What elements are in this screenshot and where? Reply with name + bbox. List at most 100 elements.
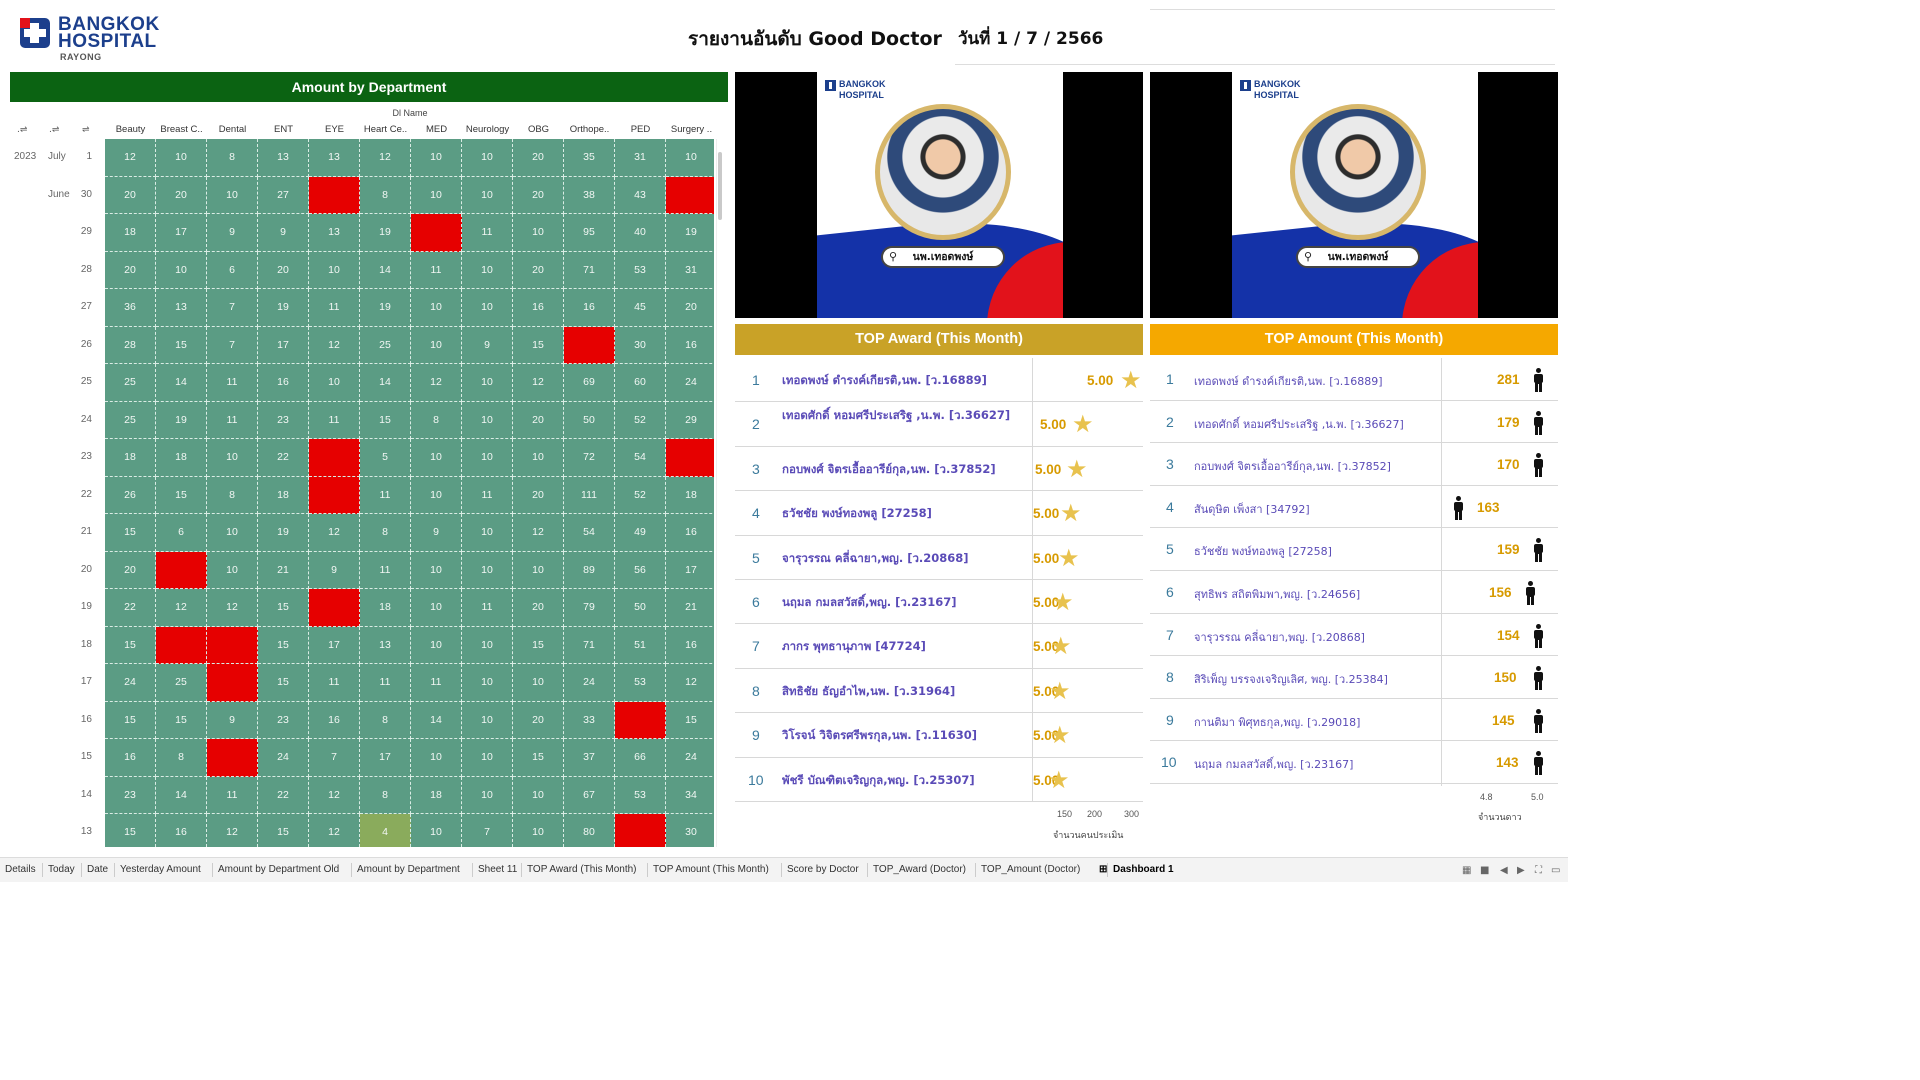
heatmap-cell[interactable]: 11 xyxy=(207,401,258,439)
filmstrip-view-icon[interactable]: ■ xyxy=(1480,865,1489,876)
next-sheet-icon[interactable]: ▶ xyxy=(1517,865,1525,876)
heatmap-cell[interactable]: 10 xyxy=(462,776,513,814)
heatmap-cell[interactable]: 20 xyxy=(105,551,156,589)
heatmap-cell[interactable]: 13 xyxy=(258,139,309,177)
heatmap-cell[interactable]: 15 xyxy=(666,702,714,739)
heatmap-cell[interactable]: 15 xyxy=(105,814,156,847)
heatmap-cell[interactable]: 12 xyxy=(309,814,360,847)
heatmap-cell[interactable]: 12 xyxy=(513,364,564,402)
doctor-name[interactable]: สิทธิชัย ธัญอำไพ,นพ. [ว.31964] xyxy=(782,684,1022,699)
heatmap-cell[interactable]: 15 xyxy=(513,739,564,777)
heatmap-cell[interactable]: 18 xyxy=(156,439,207,477)
heatmap-cell[interactable] xyxy=(615,701,666,739)
heatmap-cell[interactable]: 10 xyxy=(513,776,564,814)
heatmap-cell[interactable]: 13 xyxy=(156,289,207,327)
heatmap-column-header[interactable]: ENT xyxy=(258,124,309,138)
doctor-name[interactable]: กอบพงศ์ จิตรเอื้ออารีย์กุล,นพ. [ว.37852] xyxy=(1194,457,1439,475)
heatmap-column-header[interactable]: MED xyxy=(411,124,462,138)
sheet-tab[interactable]: Score by Doctor xyxy=(787,864,859,875)
doctor-name[interactable]: กานติมา พิศุทธกุล,พญ. [ว.29018] xyxy=(1194,713,1439,731)
heatmap-cell[interactable]: 16 xyxy=(666,327,714,364)
heatmap-cell[interactable]: 24 xyxy=(564,664,615,702)
heatmap-cell[interactable]: 26 xyxy=(105,476,156,514)
heatmap-cell[interactable]: 10 xyxy=(462,739,513,777)
heatmap-cell[interactable]: 27 xyxy=(258,176,309,214)
heatmap-cell[interactable]: 21 xyxy=(258,551,309,589)
heatmap-cell[interactable]: 111 xyxy=(564,476,615,514)
heatmap-cell[interactable]: 31 xyxy=(666,252,714,289)
heatmap-cell[interactable]: 20 xyxy=(105,176,156,214)
heatmap-cell[interactable]: 11 xyxy=(207,364,258,402)
grid-view-icon[interactable]: ▦ xyxy=(1462,865,1471,876)
heatmap-cell[interactable]: 10 xyxy=(513,439,564,477)
heatmap-cell[interactable]: 51 xyxy=(615,626,666,664)
doctor-name[interactable]: สุทธิพร สถิตพิมพา,พญ. [ว.24656] xyxy=(1194,585,1439,603)
heatmap-cell[interactable]: 54 xyxy=(615,439,666,477)
heatmap-cell[interactable]: 28 xyxy=(105,326,156,364)
heatmap-cell[interactable]: 12 xyxy=(513,514,564,552)
heatmap-cell[interactable]: 17 xyxy=(666,552,714,589)
heatmap-cell[interactable]: 12 xyxy=(411,364,462,402)
sheet-tab[interactable]: Amount by Department Old xyxy=(218,864,339,875)
heatmap-cell[interactable]: 10 xyxy=(513,814,564,847)
heatmap-cell[interactable]: 11 xyxy=(462,214,513,252)
heatmap-cell[interactable]: 25 xyxy=(105,401,156,439)
heatmap-cell[interactable]: 14 xyxy=(156,776,207,814)
heatmap-cell[interactable]: 19 xyxy=(360,214,411,252)
heatmap-cell[interactable]: 79 xyxy=(564,589,615,627)
doctor-name[interactable]: สันดุษิต เพ็งสา [34792] xyxy=(1194,500,1439,518)
heatmap-cell[interactable]: 10 xyxy=(462,514,513,552)
heatmap-cell[interactable]: 7 xyxy=(309,739,360,777)
heatmap-cell[interactable]: 15 xyxy=(156,701,207,739)
heatmap-cell[interactable]: 56 xyxy=(615,551,666,589)
heatmap-cell[interactable]: 9 xyxy=(411,514,462,552)
heatmap-cell[interactable]: 60 xyxy=(615,364,666,402)
heatmap-cell[interactable]: 24 xyxy=(666,364,714,402)
heatmap-cell[interactable]: 20 xyxy=(513,589,564,627)
heatmap-cell[interactable]: 15 xyxy=(105,626,156,664)
heatmap-cell[interactable]: 35 xyxy=(564,139,615,177)
heatmap-cell[interactable]: 11 xyxy=(207,776,258,814)
heatmap-column-header[interactable]: Heart Ce.. xyxy=(360,124,411,138)
doctor-name[interactable]: กอบพงศ์ จิตรเอื้ออารีย์กุล,นพ. [ว.37852] xyxy=(782,462,1022,477)
heatmap-cell[interactable]: 14 xyxy=(360,364,411,402)
doctor-name[interactable]: จารุวรรณ คลี่ฉายา,พญ. [ว.20868] xyxy=(782,551,1022,566)
heatmap-cell[interactable]: 29 xyxy=(666,402,714,439)
heatmap-cell[interactable]: 10 xyxy=(411,139,462,177)
heatmap-cell[interactable]: 71 xyxy=(564,626,615,664)
heatmap-cell[interactable]: 20 xyxy=(513,701,564,739)
heatmap-cell[interactable]: 9 xyxy=(462,326,513,364)
heatmap-cell[interactable]: 36 xyxy=(105,289,156,327)
heatmap-cell[interactable]: 24 xyxy=(666,739,714,777)
heatmap-cell[interactable]: 16 xyxy=(666,627,714,664)
heatmap-cell[interactable]: 40 xyxy=(615,214,666,252)
heatmap-cell[interactable]: 10 xyxy=(411,476,462,514)
doctor-name[interactable]: เทอดศักดิ์ หอมศรีประเสริฐ ,น.พ. [ว.36627… xyxy=(782,408,1022,423)
heatmap-cell[interactable]: 20 xyxy=(513,476,564,514)
heatmap-cell[interactable]: 18 xyxy=(411,776,462,814)
heatmap-cell[interactable]: 16 xyxy=(666,514,714,552)
heatmap-cell[interactable]: 10 xyxy=(462,251,513,289)
heatmap-cell[interactable]: 10 xyxy=(207,176,258,214)
doctor-name[interactable]: สิริเพ็ญ บรรจงเจริญเลิศ, พญ. [ว.25384] xyxy=(1194,670,1439,688)
heatmap-cell[interactable]: 11 xyxy=(309,664,360,702)
heatmap-cell[interactable]: 11 xyxy=(411,664,462,702)
heatmap-cell[interactable]: 14 xyxy=(360,251,411,289)
heatmap-cell[interactable]: 22 xyxy=(258,776,309,814)
heatmap-cell[interactable]: 20 xyxy=(513,176,564,214)
heatmap-cell[interactable]: 15 xyxy=(156,476,207,514)
sheet-tab[interactable]: Yesterday Amount xyxy=(120,864,201,875)
heatmap-column-header[interactable]: Orthope.. xyxy=(564,124,615,138)
heatmap-cell[interactable]: 10 xyxy=(156,251,207,289)
heatmap-cell[interactable]: 6 xyxy=(207,251,258,289)
doctor-name[interactable]: เทอดศักดิ์ หอมศรีประเสริฐ ,น.พ. [ว.36627… xyxy=(1194,415,1439,433)
heatmap-cell[interactable]: 52 xyxy=(615,401,666,439)
heatmap-cell[interactable]: 10 xyxy=(462,401,513,439)
heatmap-cell[interactable]: 37 xyxy=(564,739,615,777)
heatmap-cell[interactable]: 10 xyxy=(411,176,462,214)
doctor-name[interactable]: นฤมล กมลสวัสดิ์,พญ. [ว.23167] xyxy=(1194,755,1439,773)
heatmap-cell[interactable]: 16 xyxy=(513,289,564,327)
heatmap-scrollbar[interactable] xyxy=(718,152,722,220)
heatmap-cell[interactable]: 8 xyxy=(360,514,411,552)
heatmap-cell[interactable]: 18 xyxy=(666,477,714,514)
